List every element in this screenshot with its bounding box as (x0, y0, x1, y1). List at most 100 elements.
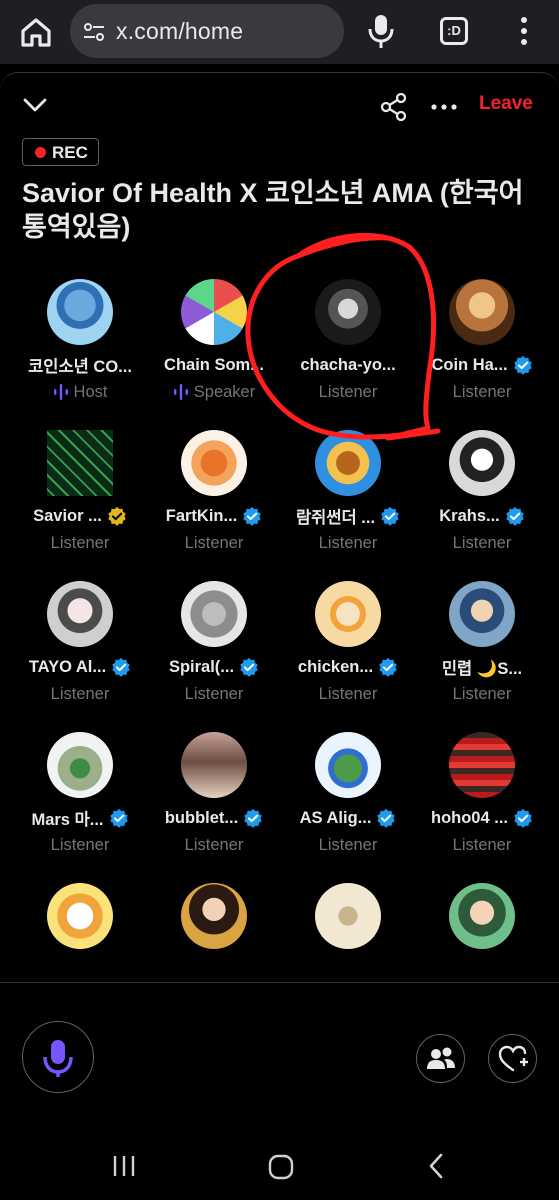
avatar[interactable] (47, 732, 113, 798)
participant-card[interactable]: FartKin... Listener (147, 430, 281, 570)
participant-name: FartKin... (165, 506, 238, 525)
share-icon[interactable] (380, 92, 408, 122)
avatar[interactable] (449, 430, 515, 496)
participant-card[interactable]: chacha-yo... Listener (281, 279, 415, 419)
tune-icon[interactable] (82, 20, 106, 44)
rec-label: REC (52, 143, 88, 162)
participant-role: Speaker (193, 382, 256, 401)
participant-role: Listener (452, 382, 512, 401)
rec-badge: REC (22, 138, 99, 166)
participant-name: Chain Som... (164, 355, 264, 374)
avatar[interactable] (315, 883, 381, 949)
participant-role: Listener (318, 835, 378, 854)
avatar[interactable] (47, 581, 113, 647)
participant-name: Spiral(... (168, 657, 235, 676)
more-vert-icon[interactable] (512, 14, 536, 48)
back-icon[interactable] (426, 1152, 446, 1180)
participant-role: Listener (318, 533, 378, 552)
avatar[interactable] (181, 430, 247, 496)
participant-card[interactable]: 람쥐썬더 ... Listener (281, 430, 415, 570)
participant-name: Mars 마... (31, 811, 104, 829)
participant-role: Listener (50, 835, 110, 854)
url-text: x.com/home (116, 18, 244, 44)
heart-plus-button[interactable] (488, 1034, 537, 1083)
mic-icon (43, 1040, 73, 1077)
participant-card[interactable]: hoho04 ... Listener (415, 732, 549, 872)
mic-button[interactable] (22, 1021, 94, 1093)
participant-role-row: Listener (13, 834, 147, 856)
verified-badge-icon (244, 808, 262, 828)
avatar[interactable] (47, 430, 113, 496)
more-horizontal-icon[interactable] (430, 96, 458, 118)
participant-card[interactable]: Krahs... Listener (415, 430, 549, 570)
avatar[interactable] (181, 279, 247, 345)
participant-role: Listener (184, 684, 244, 703)
participant-role-row: Listener (415, 381, 549, 403)
participant-role-row: Listener (415, 532, 549, 554)
participant-card[interactable]: 민렵 🌙S... Listener (415, 581, 549, 721)
participant-role-row: Listener (281, 532, 415, 554)
avatar[interactable] (449, 581, 515, 647)
system-navigation-bar (0, 1132, 559, 1200)
tabs-icon[interactable]: :D (440, 17, 468, 45)
participant-role: Listener (452, 835, 512, 854)
chevron-down-icon[interactable] (20, 90, 50, 120)
participant-card[interactable]: AS Alig... Listener (281, 732, 415, 872)
participant-card[interactable]: Spiral(... Listener (147, 581, 281, 721)
address-bar[interactable]: x.com/home (70, 4, 344, 58)
participant-name-row: Chain Som... (147, 353, 281, 377)
participant-role: Listener (50, 684, 110, 703)
participant-card[interactable]: Coin Ha... Listener (415, 279, 549, 419)
home-icon[interactable] (16, 12, 56, 52)
participant-name: chacha-yo... (300, 355, 396, 374)
participant-name-row: Mars 마... (13, 806, 147, 830)
avatar[interactable] (449, 732, 515, 798)
space-title: Savior Of Health X 코인소년 AMA (한국어 통역있음) (22, 178, 524, 242)
participant-role: Listener (452, 533, 512, 552)
avatar[interactable] (449, 279, 515, 345)
avatar[interactable] (315, 581, 381, 647)
avatar[interactable] (449, 883, 515, 949)
participant-role-row: Listener (13, 683, 147, 705)
leave-button[interactable]: Leave (479, 93, 533, 115)
participant-role-row: Listener (281, 683, 415, 705)
participant-name-row: Coin Ha... (415, 353, 549, 377)
participant-role: Listener (452, 684, 512, 703)
verified-badge-icon (240, 657, 258, 677)
avatar[interactable] (181, 883, 247, 949)
mic-icon[interactable] (366, 12, 396, 50)
people-button[interactable] (416, 1034, 465, 1083)
verified-badge-icon (513, 355, 532, 375)
avatar[interactable] (315, 732, 381, 798)
avatar[interactable] (315, 279, 381, 345)
avatar[interactable] (47, 883, 113, 949)
participant-card[interactable]: Chain Som... Speaker (147, 279, 281, 419)
avatar[interactable] (315, 430, 381, 496)
participant-card[interactable]: bubblet... Listener (147, 732, 281, 872)
participant-card[interactable]: TAYO Al... Listener (13, 581, 147, 721)
participant-card[interactable]: 코인소년 CO... Host (13, 279, 147, 419)
participant-name-row: 람쥐썬더 ... (281, 504, 415, 528)
participant-name-row: 코인소년 CO... (13, 353, 147, 377)
participant-name: chicken... (297, 657, 374, 676)
participant-card[interactable]: Savior ... Listener (13, 430, 147, 570)
participant-name-row: hoho04 ... (415, 806, 549, 830)
verified-badge-icon (379, 657, 397, 677)
participant-role-row: Listener (415, 683, 549, 705)
avatar[interactable] (181, 732, 247, 798)
verified-badge-icon (377, 808, 396, 828)
participant-name: Savior ... (33, 506, 102, 525)
participant-card[interactable]: chicken... Listener (281, 581, 415, 721)
participant-name: Coin Ha... (431, 355, 508, 374)
participant-role-row: Speaker (147, 381, 281, 403)
home-circle-icon[interactable] (268, 1154, 294, 1180)
participant-card[interactable]: Mars 마... Listener (13, 732, 147, 872)
participant-name-row: Savior ... (13, 504, 147, 528)
participant-name: 코인소년 CO... (28, 358, 132, 376)
avatar[interactable] (47, 279, 113, 345)
participant-role-row: Listener (281, 381, 415, 403)
recent-apps-icon[interactable] (110, 1154, 138, 1178)
avatar[interactable] (181, 581, 247, 647)
participant-role-row: Listener (13, 532, 147, 554)
participant-name-row: Krahs... (415, 504, 549, 528)
